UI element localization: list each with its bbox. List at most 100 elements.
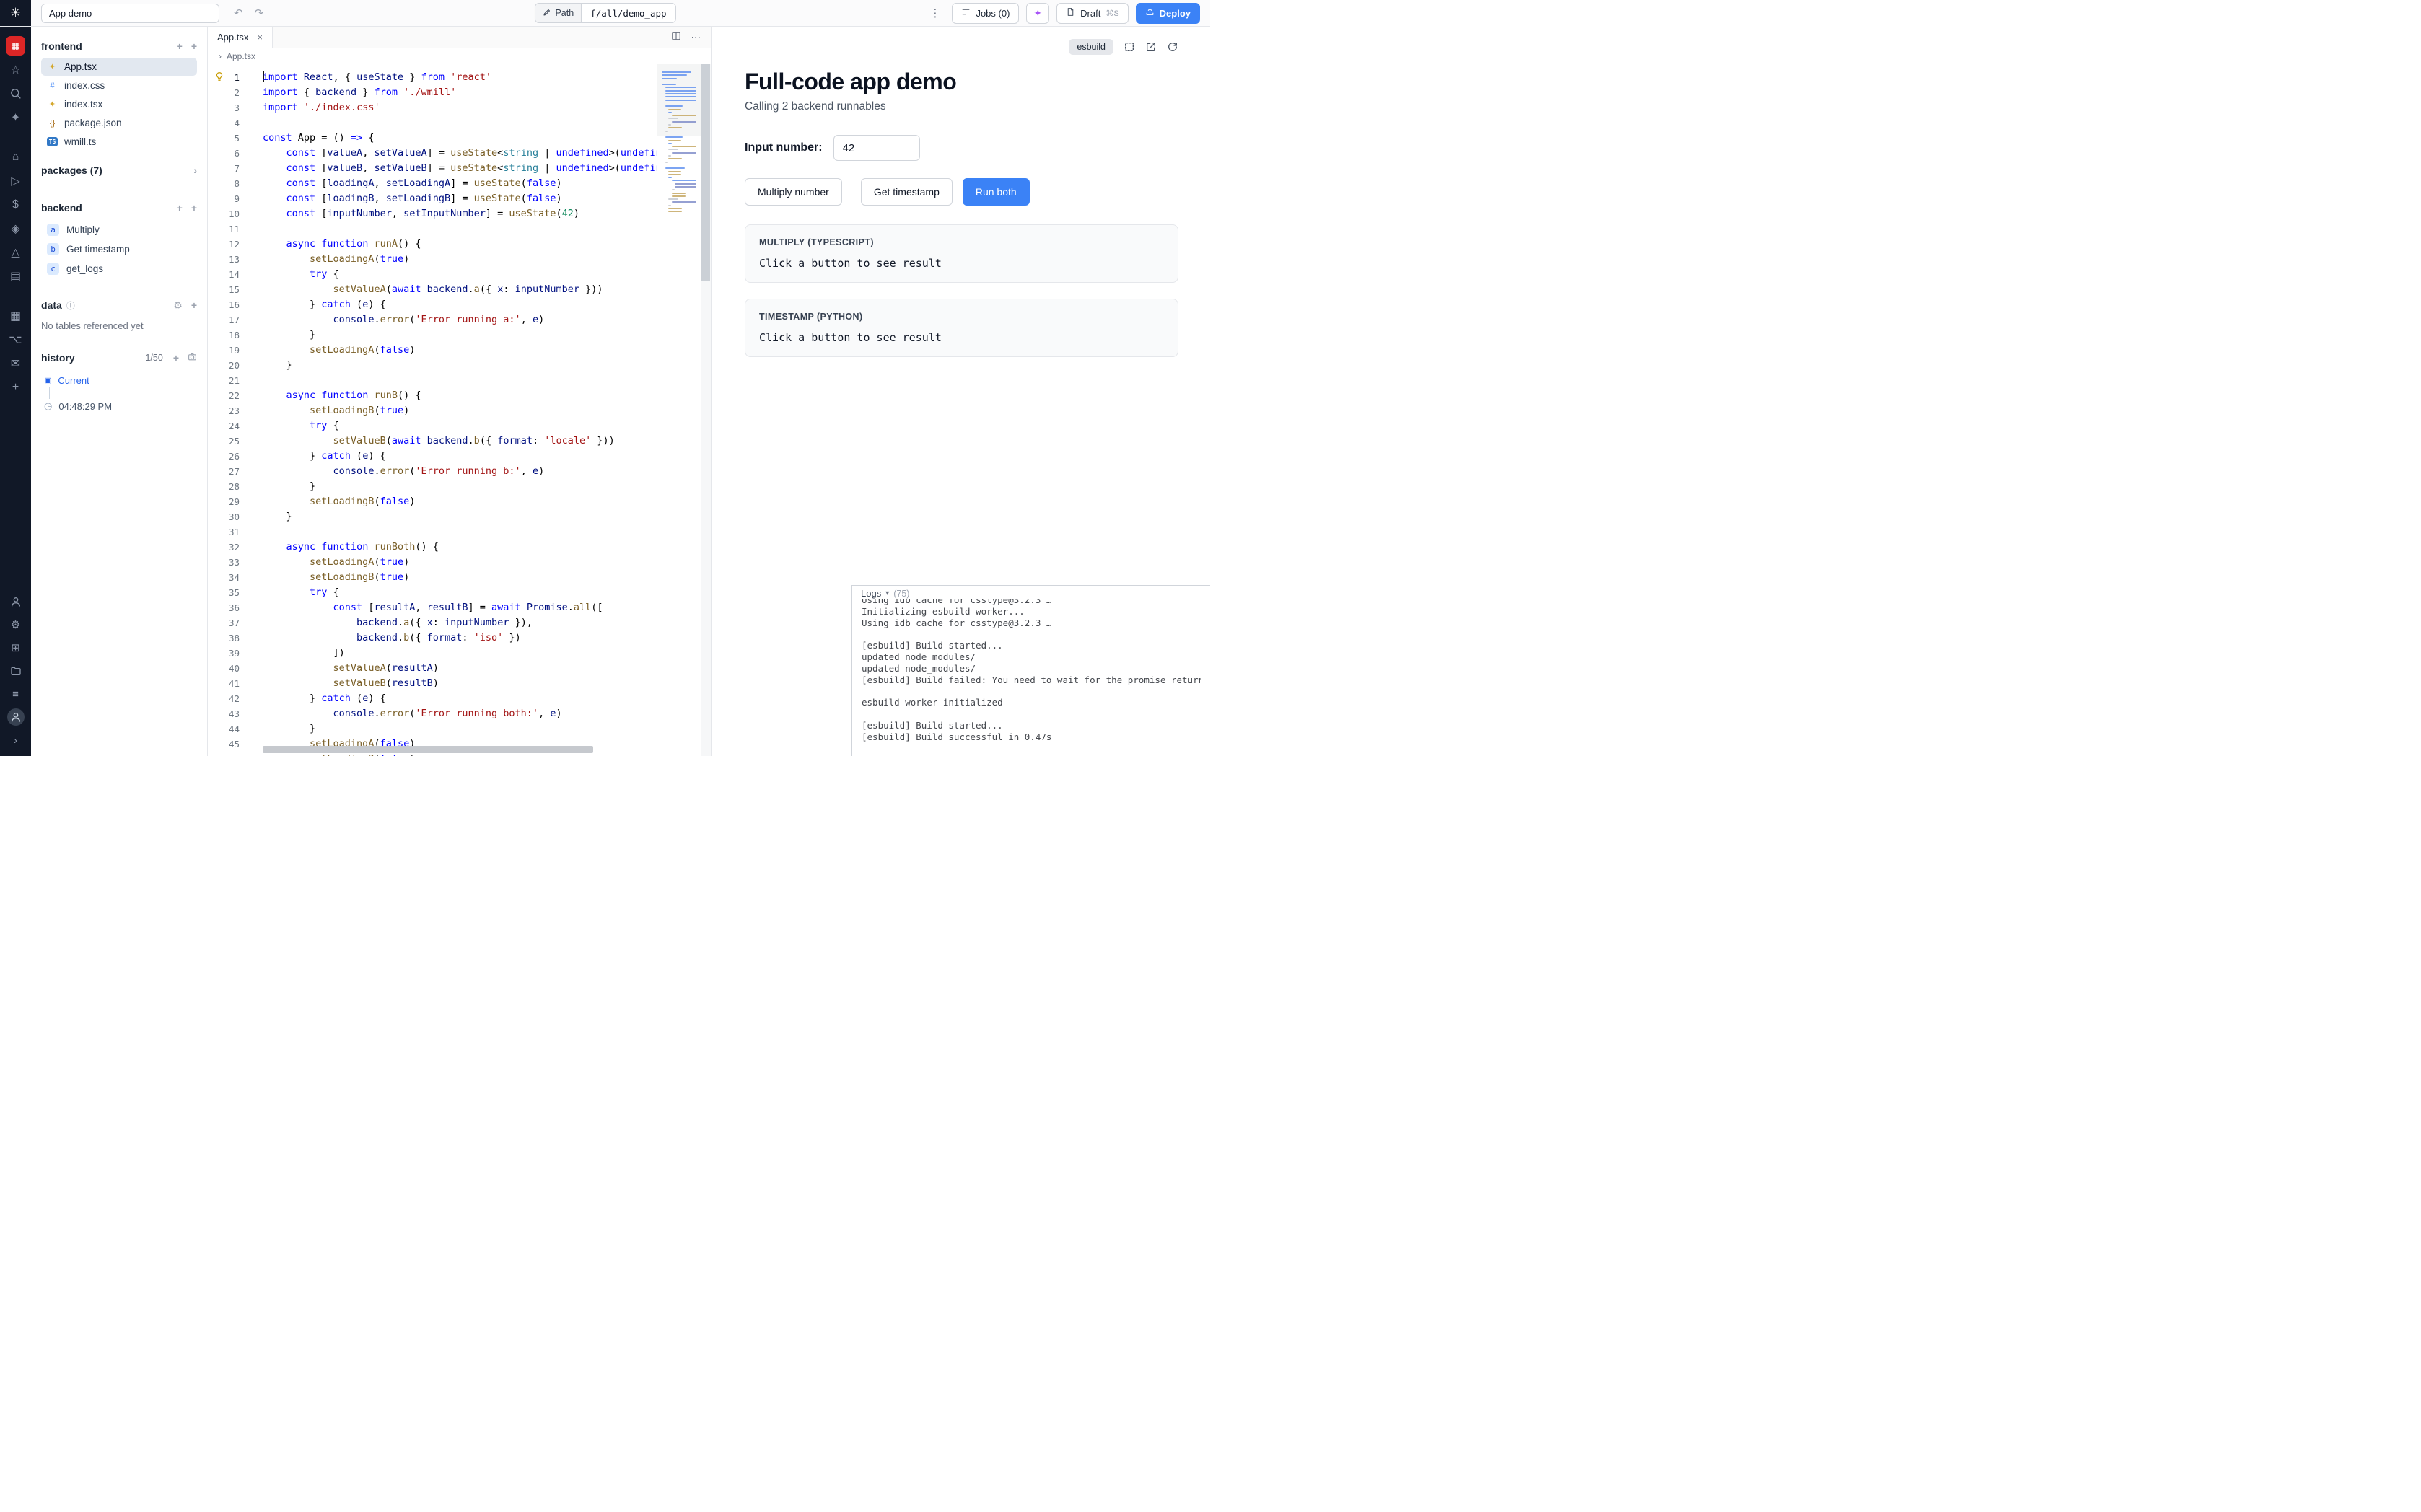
code-line-14[interactable]: 14 try { [208, 267, 701, 282]
add-folder-button[interactable]: + [191, 40, 197, 52]
open-external-icon[interactable] [1145, 41, 1157, 53]
code-line-11[interactable]: 11 [208, 221, 701, 237]
code-line-37[interactable]: 37 backend.a({ x: inputNumber }), [208, 615, 701, 630]
calendar-icon[interactable]: ▦ [0, 304, 31, 328]
code-line-20[interactable]: 20 } [208, 358, 701, 373]
runnable-multiply[interactable]: aMultiply [41, 220, 197, 239]
code-line-34[interactable]: 34 setLoadingB(true) [208, 570, 701, 585]
code-line-33[interactable]: 33 setLoadingA(true) [208, 555, 701, 570]
logs-header[interactable]: Logs ▾ (75) [852, 586, 1210, 599]
code-line-38[interactable]: 38 backend.b({ format: 'iso' }) [208, 630, 701, 646]
code-line-42[interactable]: 42 } catch (e) { [208, 691, 701, 706]
close-tab-icon[interactable]: × [257, 32, 263, 43]
code-line-41[interactable]: 41 setValueB(resultB) [208, 676, 701, 691]
file-wmill-ts[interactable]: TSwmill.ts [41, 133, 197, 151]
split-editor-icon[interactable] [671, 31, 681, 43]
kebab-menu-icon[interactable]: ⋮ [925, 6, 945, 19]
code-line-27[interactable]: 27 console.error('Error running b:', e) [208, 464, 701, 479]
vertical-scrollbar-thumb[interactable] [701, 64, 710, 281]
editor-more-icon[interactable]: ⋯ [691, 32, 701, 43]
ai-wand-button[interactable]: ✦ [1026, 3, 1049, 24]
code-line-22[interactable]: 22 async function runB() { [208, 388, 701, 403]
code-line-25[interactable]: 25 setValueB(await backend.b({ format: '… [208, 434, 701, 449]
path-pill[interactable]: Path f/all/demo_app [534, 3, 675, 23]
code-line-30[interactable]: 30 } [208, 509, 701, 524]
schedules-icon[interactable]: ▤ [0, 264, 31, 288]
user-icon[interactable] [0, 590, 31, 613]
code-line-24[interactable]: 24 try { [208, 418, 701, 434]
add-icon[interactable]: + [0, 375, 31, 399]
file-package-json[interactable]: {}package.json [41, 114, 197, 132]
code-line-17[interactable]: 17 console.error('Error running a:', e) [208, 312, 701, 328]
add-table-button[interactable]: + [191, 299, 197, 311]
code-area[interactable]: 1import React, { useState } from 'react'… [208, 64, 711, 756]
code-line-16[interactable]: 16 } catch (e) { [208, 297, 701, 312]
add-runnable-button[interactable]: + [177, 202, 183, 214]
code-line-8[interactable]: 8 const [loadingA, setLoadingA] = useSta… [208, 176, 701, 191]
windmill-logo[interactable]: ✳ [0, 0, 31, 26]
packages-toggle[interactable]: packages (7) › [41, 159, 197, 181]
draft-button[interactable]: Draft⌘S [1056, 3, 1129, 24]
app-editor-tile[interactable]: ▦ [0, 34, 31, 58]
runnable-get-timestamp[interactable]: bGet timestamp [41, 239, 197, 259]
collapse-rail-icon[interactable]: › [0, 729, 31, 752]
jobs-button[interactable]: Jobs (0) [952, 3, 1019, 24]
resources-icon[interactable]: ◈ [0, 216, 31, 240]
code-line-19[interactable]: 19 setLoadingA(false) [208, 343, 701, 358]
run-both-button[interactable]: Run both [963, 178, 1030, 206]
star-icon[interactable]: ☆ [0, 58, 31, 82]
multiply-number-button[interactable]: Multiply number [745, 178, 842, 206]
tab-app-tsx[interactable]: App.tsx × [208, 27, 273, 48]
code-line-31[interactable]: 31 [208, 524, 701, 540]
mail-icon[interactable]: ✉ [0, 351, 31, 375]
vertical-scrollbar[interactable] [701, 64, 711, 756]
code-line-35[interactable]: 35 try { [208, 585, 701, 600]
undo-icon[interactable]: ↶ [234, 6, 243, 19]
apps-grid-icon[interactable]: ⊞ [0, 636, 31, 659]
menu-icon[interactable]: ≡ [0, 682, 31, 706]
code-line-40[interactable]: 40 setValueA(resultA) [208, 661, 701, 676]
code-line-2[interactable]: 2import { backend } from './wmill' [208, 85, 701, 100]
code-line-28[interactable]: 28 } [208, 479, 701, 494]
redo-icon[interactable]: ↷ [255, 6, 264, 19]
code-line-21[interactable]: 21 [208, 373, 701, 388]
code-line-26[interactable]: 26 } catch (e) { [208, 449, 701, 464]
data-settings-icon[interactable]: ⚙ [173, 299, 183, 312]
search-icon[interactable] [0, 82, 31, 105]
code-line-10[interactable]: 10 const [inputNumber, setInputNumber] =… [208, 206, 701, 221]
code-line-32[interactable]: 32 async function runBoth() { [208, 540, 701, 555]
code-line-3[interactable]: 3import './index.css' [208, 100, 701, 115]
add-file-button[interactable]: + [177, 40, 183, 52]
runs-icon[interactable]: ▷ [0, 169, 31, 193]
code-line-36[interactable]: 36 const [resultA, resultB] = await Prom… [208, 600, 701, 615]
code-line-44[interactable]: 44 } [208, 721, 701, 737]
get-timestamp-button[interactable]: Get timestamp [861, 178, 953, 206]
code-line-6[interactable]: 6 const [valueA, setValueA] = useState<s… [208, 146, 701, 161]
refresh-icon[interactable] [1167, 41, 1178, 53]
home-icon[interactable]: ⌂ [0, 145, 31, 169]
file-index-tsx[interactable]: ✦index.tsx [41, 95, 197, 113]
code-line-4[interactable]: 4 [208, 115, 701, 131]
triggers-icon[interactable]: △ [0, 240, 31, 264]
history-add-button[interactable]: + [173, 352, 179, 364]
magic-wand-icon[interactable]: ✦ [0, 105, 31, 129]
runnable-get_logs[interactable]: cget_logs [41, 259, 197, 278]
horizontal-scrollbar[interactable] [263, 746, 593, 753]
code-line-12[interactable]: 12 async function runA() { [208, 237, 701, 252]
lightbulb-icon[interactable] [214, 71, 224, 87]
code-line-29[interactable]: 29 setLoadingB(false) [208, 494, 701, 509]
folder-icon[interactable] [0, 659, 31, 682]
settings-icon[interactable]: ⚙ [0, 613, 31, 636]
path-edit-segment[interactable]: Path [535, 4, 582, 22]
file-app-tsx[interactable]: ✦App.tsx [41, 58, 197, 76]
code-line-23[interactable]: 23 setLoadingB(true) [208, 403, 701, 418]
file-index-css[interactable]: #index.css [41, 76, 197, 94]
avatar[interactable] [0, 706, 31, 729]
minimap[interactable] [657, 64, 701, 756]
number-input[interactable] [833, 135, 920, 161]
code-line-18[interactable]: 18 } [208, 328, 701, 343]
code-line-9[interactable]: 9 const [loadingB, setLoadingB] = useSta… [208, 191, 701, 206]
inspect-icon[interactable] [1124, 41, 1135, 53]
code-line-7[interactable]: 7 const [valueB, setValueB] = useState<s… [208, 161, 701, 176]
code-line-1[interactable]: 1import React, { useState } from 'react' [208, 70, 701, 85]
